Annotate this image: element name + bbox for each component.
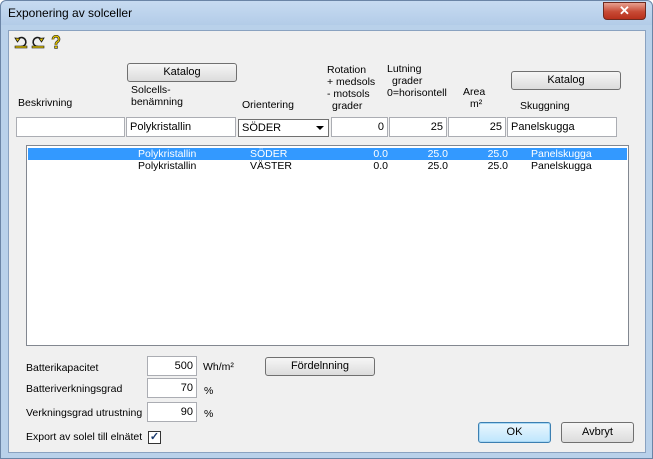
skuggning-input[interactable]: Panelskugga <box>507 117 617 137</box>
row-solcell: Polykristallin <box>138 148 197 160</box>
batterikapacitet-input[interactable]: 500 <box>147 356 197 376</box>
row-skuggning: Panelskugga <box>531 148 592 160</box>
fordelning-button[interactable]: Fördelnning <box>265 357 375 376</box>
verkningsgrad-input[interactable]: 90 <box>147 402 197 422</box>
row-orientering: SÖDER <box>250 148 288 160</box>
row-rotation: 0.0 <box>373 160 388 172</box>
header-lutning-line1: Lutning <box>387 63 422 75</box>
header-area-line2: m² <box>470 98 483 110</box>
lutning-input[interactable]: 25 <box>389 117 447 137</box>
window-title: Exponering av solceller <box>8 6 133 20</box>
title-bar: Exponering av solceller ✕ <box>1 1 652 25</box>
header-beskrivning: Beskrivning <box>18 97 73 109</box>
cancel-button[interactable]: Avbryt <box>561 422 634 443</box>
header-area-line1: Area <box>463 86 486 98</box>
row-lutning: 25.0 <box>427 148 448 160</box>
undo-icon[interactable] <box>14 35 28 49</box>
header-rotation-line4: grader <box>332 100 363 112</box>
export-label: Export av solel till elnätet <box>26 431 143 443</box>
header-skuggning: Skuggning <box>520 100 570 112</box>
row-orientering: VÄSTER <box>250 160 293 172</box>
batteriverkningsgrad-label: Batteriverkningsgrad <box>26 383 123 395</box>
solcell-input[interactable]: Polykristallin <box>126 117 236 137</box>
header-orientering: Orientering <box>242 99 294 111</box>
list-item[interactable]: Polykristallin VÄSTER 0.0 25.0 25.0 Pane… <box>28 160 627 172</box>
area-input[interactable]: 25 <box>448 117 506 137</box>
rotation-input[interactable]: 0 <box>331 117 388 137</box>
batterikapacitet-unit: Wh/m² <box>203 361 234 373</box>
orientering-value: SÖDER <box>242 122 282 134</box>
row-skuggning: Panelskugga <box>531 160 592 172</box>
batteriverkningsgrad-input[interactable]: 70 <box>147 378 197 398</box>
panel-list[interactable]: Polykristallin SÖDER 0.0 25.0 25.0 Panel… <box>26 145 629 346</box>
header-rotation-line1: Rotation <box>327 64 367 76</box>
katalog-skuggning-button[interactable]: Katalog <box>511 71 621 90</box>
dialog-client: Katalog Katalog Beskrivning Solcells- be… <box>8 30 646 453</box>
header-solcell-line2: benämning <box>131 96 183 108</box>
redo-icon[interactable] <box>31 35 45 49</box>
row-lutning: 25.0 <box>427 160 448 172</box>
batterikapacitet-label: Batterikapacitet <box>26 362 99 374</box>
header-lutning-line2: grader <box>392 75 423 87</box>
row-solcell: Polykristallin <box>138 160 197 172</box>
katalog-solcell-button[interactable]: Katalog <box>127 63 237 82</box>
export-checkbox[interactable]: ✓ <box>148 431 161 444</box>
row-area: 25.0 <box>487 160 508 172</box>
verkningsgrad-label: Verkningsgrad utrustning <box>26 407 143 419</box>
verkningsgrad-unit: % <box>204 408 214 420</box>
help-icon[interactable] <box>49 35 63 49</box>
row-rotation: 0.0 <box>373 148 388 160</box>
chevron-down-icon <box>316 126 324 130</box>
header-solcell-line1: Solcells- <box>131 84 171 96</box>
header-rotation-line2: + medsols <box>327 76 376 88</box>
beskrivning-input[interactable] <box>16 117 125 137</box>
batteriverkningsgrad-unit: % <box>204 385 214 397</box>
close-button[interactable]: ✕ <box>603 2 646 20</box>
header-lutning-line3: 0=horisontell <box>387 87 447 99</box>
dialog-window: Exponering av solceller ✕ Katalog Katalo… <box>0 0 653 459</box>
header-rotation-line3: - motsols <box>327 88 370 100</box>
ok-button[interactable]: OK <box>478 422 551 443</box>
list-item[interactable]: Polykristallin SÖDER 0.0 25.0 25.0 Panel… <box>28 148 627 160</box>
orientering-select[interactable]: SÖDER <box>238 119 329 137</box>
row-area: 25.0 <box>487 148 508 160</box>
